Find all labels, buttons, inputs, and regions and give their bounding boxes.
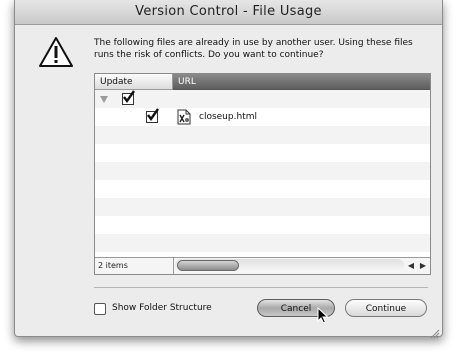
table-row	[95, 198, 430, 216]
scroll-left-arrow-icon[interactable]: ◀	[405, 259, 417, 273]
table-row	[95, 216, 430, 234]
table-row[interactable]: closeup.html	[95, 108, 430, 126]
column-header-update[interactable]: Update	[95, 74, 173, 90]
table-header: Update URL	[95, 74, 430, 90]
resize-grip-icon[interactable]	[430, 324, 440, 339]
item-count: 2 items	[98, 261, 128, 270]
title-bar[interactable]: Version Control - File Usage	[15, 0, 442, 25]
update-checkbox[interactable]	[122, 90, 135, 105]
mouse-pointer-icon	[317, 306, 329, 328]
table-row	[95, 126, 430, 144]
horizontal-scrollbar[interactable]	[175, 259, 404, 272]
table-row	[95, 180, 430, 198]
file-table: Update URL closeup.html 2 items ◀ ▶	[94, 73, 431, 275]
show-folder-structure-label[interactable]: Show Folder Structure	[112, 301, 212, 315]
dialog-window: Version Control - File Usage The followi…	[14, 0, 443, 339]
disclosure-triangle-icon[interactable]	[100, 96, 108, 103]
html-file-icon	[177, 109, 191, 125]
table-row	[95, 162, 430, 180]
column-header-url[interactable]: URL	[173, 74, 430, 90]
update-checkbox[interactable]	[146, 108, 159, 123]
scroll-right-arrow-icon[interactable]: ▶	[417, 259, 429, 273]
table-row	[95, 144, 430, 162]
scrollbar-thumb[interactable]	[177, 260, 239, 271]
warning-triangle-icon	[39, 37, 73, 67]
table-row	[95, 234, 430, 252]
file-url: closeup.html	[199, 112, 257, 122]
footer-divider	[173, 258, 174, 274]
table-row[interactable]	[95, 90, 430, 108]
table-footer: 2 items ◀ ▶	[95, 257, 430, 274]
window-title: Version Control - File Usage	[135, 4, 322, 19]
dialog-message: The following files are already in use b…	[94, 38, 413, 60]
table-rows: closeup.html	[95, 90, 430, 257]
footer-separator	[94, 287, 428, 288]
show-folder-structure-checkbox[interactable]	[94, 303, 106, 315]
continue-button[interactable]: Continue	[345, 299, 427, 317]
